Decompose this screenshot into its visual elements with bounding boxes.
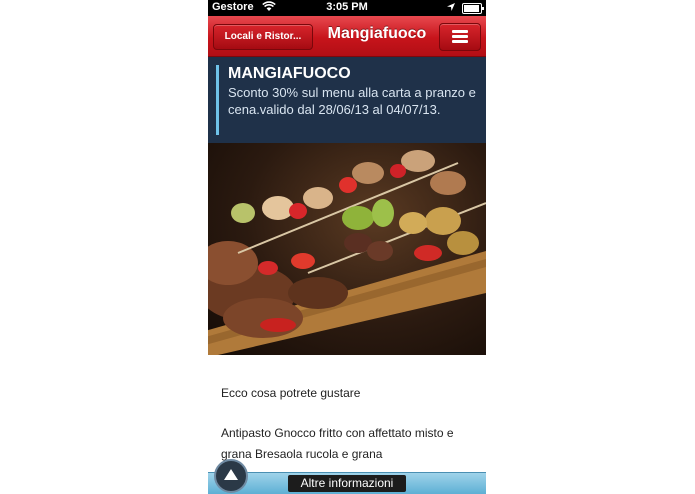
- battery-icon: [462, 3, 484, 14]
- scroll-up-button[interactable]: [214, 459, 248, 493]
- promo-title: MANGIAFUOCO: [228, 65, 351, 82]
- back-button[interactable]: Locali e Ristor...: [213, 24, 313, 50]
- more-info-button[interactable]: Altre informazioni: [288, 475, 406, 492]
- menu-button[interactable]: [439, 23, 481, 51]
- app-screen: Gestore 3:05 PM Locali e Ristor... Mangi…: [208, 0, 486, 494]
- promo-accent-bar: [216, 65, 219, 135]
- promo-text: Sconto 30% sul menu alla carta a pranzo …: [228, 85, 476, 117]
- navigation-bar: Locali e Ristor... Mangiafuoco: [208, 16, 486, 57]
- status-bar: Gestore 3:05 PM: [208, 0, 486, 16]
- bottom-bar: Altre informazioni: [208, 472, 486, 494]
- description-text: Antipasto Gnocco fritto con affettato mi…: [221, 426, 454, 461]
- hamburger-menu-icon: [452, 30, 468, 33]
- intro-text: Ecco cosa potrete gustare: [221, 386, 361, 400]
- food-photo: [208, 143, 486, 355]
- location-arrow-icon: [446, 2, 456, 15]
- hamburger-line: [452, 35, 468, 38]
- chevron-up-icon: [224, 469, 238, 480]
- promo-banner: MANGIAFUOCO Sconto 30% sul menu alla car…: [208, 57, 486, 143]
- clock: 3:05 PM: [326, 1, 368, 13]
- hamburger-line: [452, 40, 468, 43]
- page-title: Mangiafuoco: [327, 25, 427, 42]
